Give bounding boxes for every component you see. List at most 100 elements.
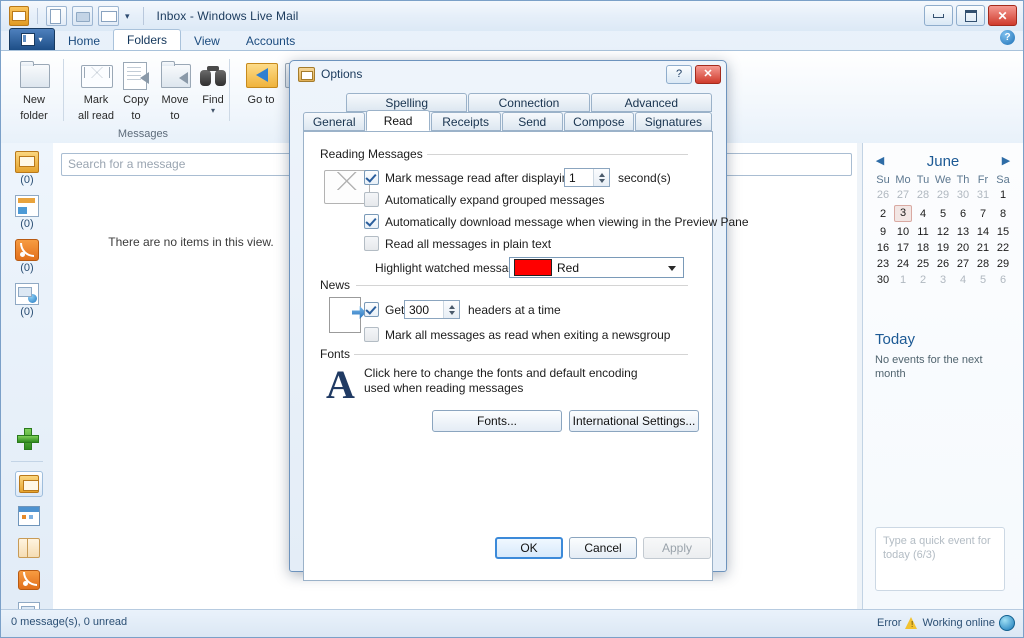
highlight-color-dropdown[interactable]: Red (509, 257, 684, 278)
calendar-day[interactable]: 30 (953, 187, 973, 203)
tab-send[interactable]: Send (502, 112, 563, 131)
chevron-down-icon[interactable]: ▾ (186, 107, 240, 115)
nav-button-feeds[interactable] (15, 567, 41, 591)
calendar-day[interactable]: 14 (973, 224, 993, 240)
nav-button-mail[interactable] (15, 471, 43, 497)
calendar-day[interactable]: 12 (933, 224, 953, 240)
tab-signatures[interactable]: Signatures (635, 112, 712, 131)
calendar-day[interactable]: 3 (893, 203, 913, 224)
calendar-day[interactable]: 27 (893, 187, 913, 203)
mark-read-seconds-input[interactable] (565, 169, 593, 186)
tab-compose[interactable]: Compose (564, 112, 634, 131)
quick-event-box[interactable] (875, 527, 1005, 591)
plain-text-checkbox[interactable] (364, 236, 379, 251)
close-button[interactable]: ✕ (988, 5, 1017, 26)
chevron-down-icon[interactable]: ▾ (125, 11, 130, 22)
expand-grouped-checkbox[interactable] (364, 192, 379, 207)
spinner-buttons[interactable] (593, 169, 609, 186)
apply-button[interactable]: Apply (643, 537, 711, 559)
rail-item-newsletters[interactable]: (0) (1, 195, 53, 230)
calendar-day[interactable]: 19 (933, 240, 953, 256)
tab-advanced[interactable]: Advanced (591, 93, 712, 112)
calendar-day[interactable]: 1 (893, 272, 913, 288)
rail-item-feeds[interactable]: (0) (1, 239, 53, 274)
ribbon-tab-view[interactable]: View (181, 31, 233, 51)
minimize-button[interactable] (924, 5, 953, 26)
dialog-help-button[interactable]: ? (666, 65, 692, 84)
calendar-day[interactable]: 6 (953, 203, 973, 224)
mark-read-exit-checkbox[interactable] (364, 327, 379, 342)
international-settings-button[interactable]: International Settings... (569, 410, 699, 432)
calendar-day[interactable]: 16 (873, 240, 893, 256)
calendar-day[interactable]: 13 (953, 224, 973, 240)
calendar-day[interactable]: 15 (993, 224, 1013, 240)
next-month-icon[interactable]: ▶ (999, 154, 1013, 168)
headers-spinner[interactable] (404, 300, 460, 319)
headers-count-input[interactable] (405, 301, 443, 318)
calendar-day[interactable]: 7 (973, 203, 993, 224)
spinner-buttons[interactable] (443, 301, 459, 318)
calendar-day[interactable]: 11 (913, 224, 933, 240)
calendar-day[interactable]: 8 (993, 203, 1013, 224)
calendar-day[interactable]: 21 (973, 240, 993, 256)
tab-connection[interactable]: Connection (468, 93, 589, 112)
calendar-day[interactable]: 29 (993, 256, 1013, 272)
error-status[interactable]: Error (877, 617, 901, 629)
add-account-button[interactable] (1, 428, 53, 448)
chevron-down-icon[interactable] (668, 266, 676, 271)
calendar-day[interactable]: 6 (993, 272, 1013, 288)
rail-item-newsgroups[interactable]: (0) (1, 283, 53, 318)
dialog-close-button[interactable]: ✕ (695, 65, 721, 84)
calendar-day[interactable]: 31 (973, 187, 993, 203)
calendar-day[interactable]: 27 (953, 256, 973, 272)
calendar-day[interactable]: 28 (973, 256, 993, 272)
help-icon[interactable]: ? (1000, 30, 1015, 45)
ribbon-tab-accounts[interactable]: Accounts (233, 31, 308, 51)
calendar-day[interactable]: 26 (873, 187, 893, 203)
calendar-day[interactable]: 2 (873, 203, 893, 224)
calendar-day[interactable]: 17 (893, 240, 913, 256)
new-message-icon[interactable] (46, 6, 67, 26)
ok-button[interactable]: OK (495, 537, 563, 559)
tab-general[interactable]: General (303, 112, 365, 131)
calendar-day[interactable]: 3 (933, 272, 953, 288)
calendar-day[interactable]: 1 (993, 187, 1013, 203)
quick-event-input[interactable] (876, 528, 1004, 590)
rail-item-inbox[interactable]: (0) (1, 151, 53, 186)
ribbon-tab-home[interactable]: Home (55, 31, 113, 51)
calendar-day[interactable]: 20 (953, 240, 973, 256)
nav-button-contacts[interactable] (15, 535, 41, 559)
calendar-day[interactable]: 24 (893, 256, 913, 272)
calendar-day[interactable]: 10 (893, 224, 913, 240)
application-menu-button[interactable]: ▾ (9, 28, 55, 51)
tab-receipts[interactable]: Receipts (431, 112, 501, 131)
calendar-day[interactable]: 18 (913, 240, 933, 256)
calendar-day[interactable]: 29 (933, 187, 953, 203)
ribbon-tab-folders[interactable]: Folders (113, 29, 181, 51)
auto-download-checkbox[interactable] (364, 214, 379, 229)
home-icon[interactable] (72, 6, 93, 26)
calendar-day[interactable]: 9 (873, 224, 893, 240)
calendar-day[interactable]: 30 (873, 272, 893, 288)
nav-button-calendar[interactable] (15, 503, 41, 527)
calendar-day[interactable]: 22 (993, 240, 1013, 256)
calendar-day[interactable]: 28 (913, 187, 933, 203)
fonts-button[interactable]: Fonts... (432, 410, 562, 432)
calendar-day[interactable]: 4 (953, 272, 973, 288)
calendar-day[interactable]: 5 (973, 272, 993, 288)
get-headers-checkbox[interactable] (364, 302, 379, 317)
calendar-day[interactable]: 4 (913, 203, 933, 224)
calendar-day[interactable]: 23 (873, 256, 893, 272)
calendar-day[interactable]: 5 (933, 203, 953, 224)
calendar-day[interactable]: 26 (933, 256, 953, 272)
mark-read-checkbox[interactable] (364, 170, 379, 185)
calendar-day[interactable]: 2 (913, 272, 933, 288)
prev-month-icon[interactable]: ◀ (873, 154, 887, 168)
tab-read[interactable]: Read (366, 110, 429, 131)
ribbon-button-new-folder[interactable]: New folder (7, 57, 61, 123)
ribbon-button-find[interactable]: Find ▾ (186, 57, 240, 115)
send-receive-icon[interactable] (98, 6, 119, 26)
maximize-button[interactable] (956, 5, 985, 26)
mark-read-spinner[interactable] (564, 168, 610, 187)
calendar-day[interactable]: 25 (913, 256, 933, 272)
